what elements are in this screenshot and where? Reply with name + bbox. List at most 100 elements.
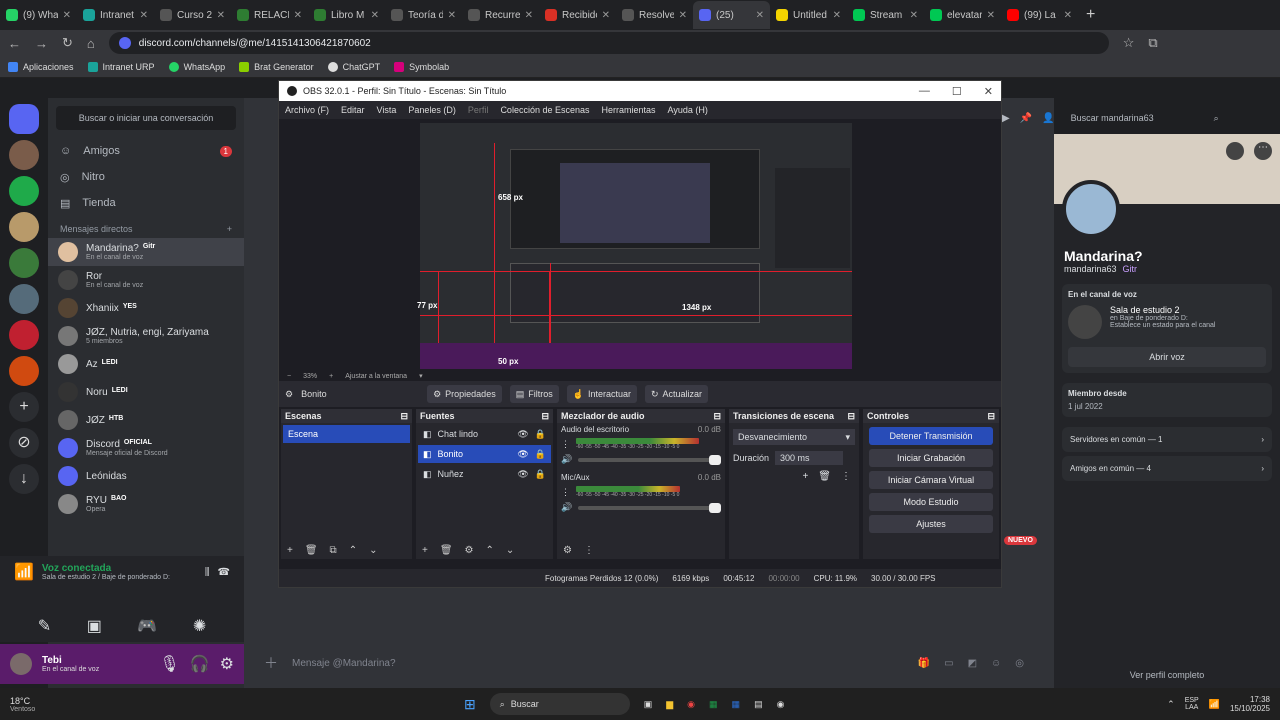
apps-icon[interactable]: ◎	[1015, 658, 1024, 669]
up-icon[interactable]: ⌃	[349, 545, 357, 556]
soundboard-icon[interactable]: ✺	[193, 616, 206, 636]
bookmark-chatgpt[interactable]: ChatGPT	[327, 61, 380, 72]
bookmark-star-icon[interactable]: ☆	[1123, 35, 1135, 51]
visibility-eye-icon[interactable]: 👁	[517, 449, 528, 460]
obs-menu-item[interactable]: Vista	[377, 105, 397, 115]
close-tab-icon[interactable]: ✕	[217, 10, 225, 21]
close-tab-icon[interactable]: ✕	[987, 10, 995, 21]
dm-item[interactable]: RYU BAO Opera	[48, 490, 244, 518]
avatar[interactable]	[10, 653, 32, 675]
refresh-button[interactable]: ↻ Actualizar	[644, 385, 709, 403]
zoom-dropdown-icon[interactable]: ▾	[419, 372, 423, 380]
server-icon[interactable]	[9, 212, 39, 242]
dm-item[interactable]: Discord OFICIAL Mensaje oficial de Discord	[48, 434, 244, 462]
forward-icon[interactable]: →	[35, 36, 48, 51]
reload-icon[interactable]: ↻	[62, 35, 73, 51]
sticker-icon[interactable]: ◩	[968, 658, 977, 669]
windows-start-icon[interactable]: ⊞	[464, 696, 476, 713]
close-tab-icon[interactable]: ✕	[448, 10, 456, 21]
download-icon[interactable]: ↓	[9, 464, 39, 494]
bookmark-intranet[interactable]: Intranet URP	[87, 61, 155, 72]
gear-icon[interactable]: ⚙	[465, 545, 474, 556]
obs-menu-item[interactable]: Herramientas	[602, 105, 656, 115]
source-item[interactable]: ◧ Nuñez 👁 🔒	[418, 465, 551, 483]
server-icon[interactable]	[9, 320, 39, 350]
pin-icon[interactable]: 📌	[1020, 113, 1032, 124]
obs-taskbar-icon[interactable]: ◉	[777, 699, 785, 710]
trash-icon[interactable]: 🗑	[818, 471, 831, 482]
close-tab-icon[interactable]: ✕	[910, 10, 918, 21]
avatar[interactable]	[1062, 180, 1120, 238]
zoom-out-icon[interactable]: −	[287, 373, 291, 380]
obs-menu-item[interactable]: Archivo (F)	[285, 105, 329, 115]
speaker-icon[interactable]: 🔊	[561, 454, 572, 465]
down-icon[interactable]: ⌄	[369, 545, 377, 556]
speaker-icon[interactable]: 🔊	[561, 502, 572, 513]
screen-share-icon[interactable]: ▣	[87, 616, 102, 636]
dm-item[interactable]: Mandarina? Gitr En el canal de voz	[48, 238, 244, 266]
settings-button[interactable]: Ajustes	[869, 515, 993, 533]
obs-menu-item[interactable]: Paneles (D)	[408, 105, 456, 115]
bookmark-brat[interactable]: Brat Generator	[239, 61, 314, 72]
dm-item[interactable]: Ror En el canal de voz	[48, 266, 244, 294]
close-tab-icon[interactable]: ✕	[525, 10, 533, 21]
close-tab-icon[interactable]: ✕	[679, 10, 687, 21]
excel-icon[interactable]: ▦	[709, 699, 718, 710]
bookmark-whatsapp[interactable]: WhatsApp	[168, 61, 225, 72]
dm-item[interactable]: JØZ, Nutria, engi, Zariyama 5 miembros	[48, 322, 244, 350]
nav-nitro[interactable]: ◎ Nitro	[48, 164, 244, 190]
home-icon[interactable]: ⌂	[87, 36, 95, 51]
browser-tab[interactable]: Teoría de✕	[385, 1, 462, 29]
lock-icon[interactable]: 🔒	[535, 429, 546, 440]
mutual-servers[interactable]: Servidores en común — 1 ›	[1062, 427, 1272, 452]
mic-icon[interactable]: 🎙	[159, 654, 179, 674]
close-tab-icon[interactable]: ✕	[833, 10, 841, 21]
attach-plus-icon[interactable]: ＋	[264, 653, 278, 673]
app-icon[interactable]: ▤	[754, 699, 763, 710]
video-call-icon[interactable]: ▶	[1002, 113, 1010, 124]
bookmark-symbolab[interactable]: Symbolab	[394, 61, 449, 72]
obs-preview[interactable]: 658 px 1348 px 50 px 77 px	[279, 119, 1001, 371]
chrome-icon[interactable]: ◉	[687, 699, 695, 710]
bookmark-apps[interactable]: Aplicaciones	[8, 61, 74, 72]
advanced-audio-icon[interactable]: ⚙	[563, 545, 572, 556]
browser-tab[interactable]: Resolver✕	[616, 1, 693, 29]
server-icon[interactable]	[9, 284, 39, 314]
url-field[interactable]: discord.com/channels/@me/141514130642187…	[108, 32, 1109, 54]
server-icon[interactable]	[9, 140, 39, 170]
minimize-icon[interactable]: —	[919, 85, 930, 98]
close-tab-icon[interactable]: ✕	[756, 10, 764, 21]
obs-menu-item[interactable]: Editar	[341, 105, 365, 115]
add-friend-icon[interactable]: 👤	[1042, 113, 1054, 124]
headphones-icon[interactable]: 🎧	[190, 654, 210, 674]
zoom-in-icon[interactable]: +	[329, 373, 333, 380]
weather-widget[interactable]: 18°C Ventoso	[10, 696, 90, 713]
join-voice-button[interactable]: Abrir voz	[1068, 347, 1266, 367]
add-dm-icon[interactable]: +	[227, 224, 232, 234]
source-item[interactable]: ◧ Chat lindo 👁 🔒	[418, 425, 551, 443]
server-icon[interactable]	[9, 176, 39, 206]
taskbar-search[interactable]: ⌕ Buscar	[489, 693, 630, 715]
nav-store[interactable]: ▤ Tienda	[48, 190, 244, 216]
interact-button[interactable]: ☝ Interactuar	[566, 385, 637, 403]
browser-tab[interactable]: (99) La c✕	[1001, 1, 1078, 29]
dm-item[interactable]: Az LEDI	[48, 350, 244, 378]
close-tab-icon[interactable]: ✕	[63, 10, 71, 21]
search-input[interactable]: Buscar mandarina63 ⌕	[1064, 108, 1225, 128]
visibility-eye-icon[interactable]: 👁	[517, 469, 528, 480]
properties-button[interactable]: ⚙ Propiedades	[427, 385, 502, 403]
browser-tab[interactable]: (9) What ✕	[0, 1, 77, 29]
voice-channel-text[interactable]: Sala de estudio 2 / Baje de ponderado D:	[42, 574, 170, 581]
browser-tab[interactable]: Untitled ✕	[770, 1, 847, 29]
obs-menu-item[interactable]: Ayuda (H)	[668, 105, 708, 115]
more-icon[interactable]: ⋮	[584, 545, 594, 556]
volume-slider[interactable]	[578, 502, 721, 513]
tray-overflow-icon[interactable]: ⌃	[1167, 699, 1175, 710]
dock-menu-icon[interactable]: ⊟	[541, 411, 549, 422]
gift-icon[interactable]: 🎁	[918, 658, 930, 669]
transition-select[interactable]: Desvanecimiento ▾	[733, 429, 855, 445]
duration-field[interactable]: 300 ms	[775, 451, 844, 465]
add-icon[interactable]: +	[287, 545, 293, 556]
gif-icon[interactable]: ▭	[944, 658, 953, 669]
preview-screen-capture[interactable]: 658 px 1348 px 50 px	[420, 123, 852, 369]
